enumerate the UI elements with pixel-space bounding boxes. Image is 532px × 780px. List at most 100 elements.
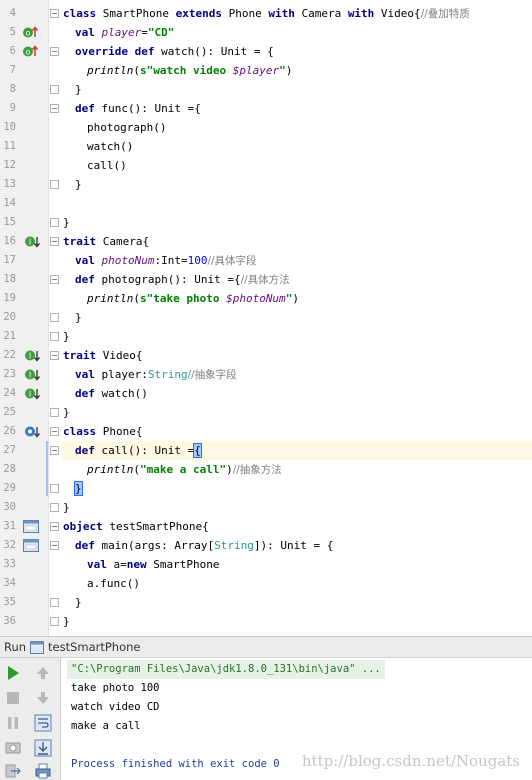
svg-text:o: o <box>26 48 31 57</box>
console-output[interactable]: "C:\Program Files\Java\jdk1.8.0_131\bin\… <box>60 658 532 780</box>
run-toolbar <box>0 658 60 780</box>
fold-marker-icon[interactable] <box>50 446 59 455</box>
line-number: 35 <box>3 596 16 608</box>
code-line[interactable]: 8 } <box>0 80 532 99</box>
code-line[interactable]: 26 class Phone{ <box>0 422 532 441</box>
code-line[interactable]: 14 <box>0 194 532 213</box>
code-line[interactable]: 15 } <box>0 213 532 232</box>
code-line[interactable]: 19 println(s"take photo $photoNum") <box>0 289 532 308</box>
code-line[interactable]: 9 def func(): Unit ={ <box>0 99 532 118</box>
code-text: println(s"take photo $photoNum") <box>87 292 299 305</box>
code-line[interactable]: 24 I def watch() <box>0 384 532 403</box>
dump-threads-icon[interactable] <box>4 739 22 757</box>
code-line[interactable]: 28 println("make a call")//抽象方法 <box>0 460 532 479</box>
run-tab-testsmartphone[interactable]: testSmartPhone <box>48 640 141 654</box>
fold-end-marker-icon[interactable] <box>50 85 59 94</box>
code-line[interactable]: 5 o val player="CD" <box>0 23 532 42</box>
override-marker-icon[interactable]: o <box>22 45 38 58</box>
fold-marker-icon[interactable] <box>50 9 59 18</box>
subclassed-marker-icon[interactable] <box>24 425 40 438</box>
fold-marker-icon[interactable] <box>50 541 59 550</box>
code-line[interactable]: 16 I trait Camera{ <box>0 232 532 251</box>
code-line[interactable]: 22 I trait Video{ <box>0 346 532 365</box>
implemented-marker-icon[interactable]: I <box>24 387 40 400</box>
code-line[interactable]: 30 } <box>0 498 532 517</box>
fold-marker-icon[interactable] <box>50 47 59 56</box>
line-number: 8 <box>9 83 16 95</box>
line-number: 17 <box>3 254 16 266</box>
code-text: } <box>74 479 83 498</box>
print-icon[interactable] <box>34 762 52 780</box>
console-output-line: take photo 100 <box>71 682 160 694</box>
code-text: trait Video{ <box>63 349 143 362</box>
code-text: call() <box>87 159 127 172</box>
code-text: def func(): Unit ={ <box>75 102 201 115</box>
fold-marker-icon[interactable] <box>50 275 59 284</box>
code-editor[interactable]: 4 class SmartPhone extends Phone with Ca… <box>0 0 532 636</box>
code-line[interactable]: 18 def photograph(): Unit ={//具体方法 <box>0 270 532 289</box>
up-arrow-icon[interactable] <box>34 664 52 682</box>
code-line[interactable]: 13 } <box>0 175 532 194</box>
line-number: 19 <box>3 292 16 304</box>
code-text: } <box>63 330 70 343</box>
code-line[interactable]: 35 } <box>0 593 532 612</box>
scroll-to-end-icon[interactable] <box>34 739 52 757</box>
rerun-icon[interactable] <box>4 664 22 682</box>
code-line-current[interactable]: 27 def call(): Unit ={ <box>0 441 532 460</box>
code-line[interactable]: 17 val photoNum:Int=100//具体字段 <box>0 251 532 270</box>
run-gutter-icon[interactable] <box>23 539 39 552</box>
code-line[interactable]: 23 I val player:String//抽象字段 <box>0 365 532 384</box>
line-number: 34 <box>3 577 16 589</box>
code-line[interactable]: 20 } <box>0 308 532 327</box>
code-text: def call(): Unit ={ <box>75 443 202 458</box>
fold-end-marker-icon[interactable] <box>50 218 59 227</box>
code-text: println("make a call")//抽象方法 <box>87 463 282 476</box>
fold-marker-icon[interactable] <box>50 237 59 246</box>
svg-text:I: I <box>29 238 31 247</box>
fold-marker-icon[interactable] <box>50 104 59 113</box>
code-text: def main(args: Array[String]): Unit = { <box>75 539 334 552</box>
line-number: 6 <box>9 45 16 57</box>
implemented-marker-icon[interactable]: I <box>24 235 40 248</box>
code-line[interactable]: 25 } <box>0 403 532 422</box>
fold-end-marker-icon[interactable] <box>50 408 59 417</box>
code-line[interactable]: 7 println(s"watch video $player") <box>0 61 532 80</box>
fold-end-marker-icon[interactable] <box>50 313 59 322</box>
code-line[interactable]: 11 watch() <box>0 137 532 156</box>
code-line[interactable]: 33 val a=new SmartPhone <box>0 555 532 574</box>
override-marker-icon[interactable]: o <box>22 26 38 39</box>
code-line[interactable]: 36 } <box>0 612 532 631</box>
soft-wrap-icon[interactable] <box>34 714 52 732</box>
fold-end-marker-icon[interactable] <box>50 180 59 189</box>
pause-icon[interactable] <box>4 714 22 732</box>
fold-end-marker-icon[interactable] <box>50 598 59 607</box>
code-line[interactable]: 21 } <box>0 327 532 346</box>
exit-icon[interactable] <box>4 762 22 780</box>
run-gutter-icon[interactable] <box>23 520 39 533</box>
fold-end-marker-icon[interactable] <box>50 503 59 512</box>
code-line[interactable]: 34 a.func() <box>0 574 532 593</box>
code-line[interactable]: 29 } <box>0 479 532 498</box>
line-number: 4 <box>9 7 16 19</box>
code-text: class Phone{ <box>63 425 143 438</box>
line-number: 28 <box>3 463 16 475</box>
implemented-marker-icon[interactable]: I <box>24 368 40 381</box>
code-line[interactable]: 31 object testSmartPhone{ <box>0 517 532 536</box>
code-line[interactable]: 32 def main(args: Array[String]): Unit =… <box>0 536 532 555</box>
code-line[interactable]: 12 call() <box>0 156 532 175</box>
stop-icon[interactable] <box>4 689 22 707</box>
fold-end-marker-icon[interactable] <box>50 484 59 493</box>
code-line[interactable]: 10 photograph() <box>0 118 532 137</box>
implemented-marker-icon[interactable]: I <box>24 349 40 362</box>
fold-marker-icon[interactable] <box>50 522 59 531</box>
fold-end-marker-icon[interactable] <box>50 332 59 341</box>
line-number: 11 <box>3 140 16 152</box>
matched-brace: } <box>74 481 83 496</box>
fold-end-marker-icon[interactable] <box>50 617 59 626</box>
code-line[interactable]: 6 o override def watch(): Unit = { <box>0 42 532 61</box>
code-line[interactable]: 4 class SmartPhone extends Phone with Ca… <box>0 4 532 23</box>
fold-marker-icon[interactable] <box>50 427 59 436</box>
fold-marker-icon[interactable] <box>50 351 59 360</box>
line-number: 31 <box>3 520 16 532</box>
down-arrow-icon[interactable] <box>34 689 52 707</box>
